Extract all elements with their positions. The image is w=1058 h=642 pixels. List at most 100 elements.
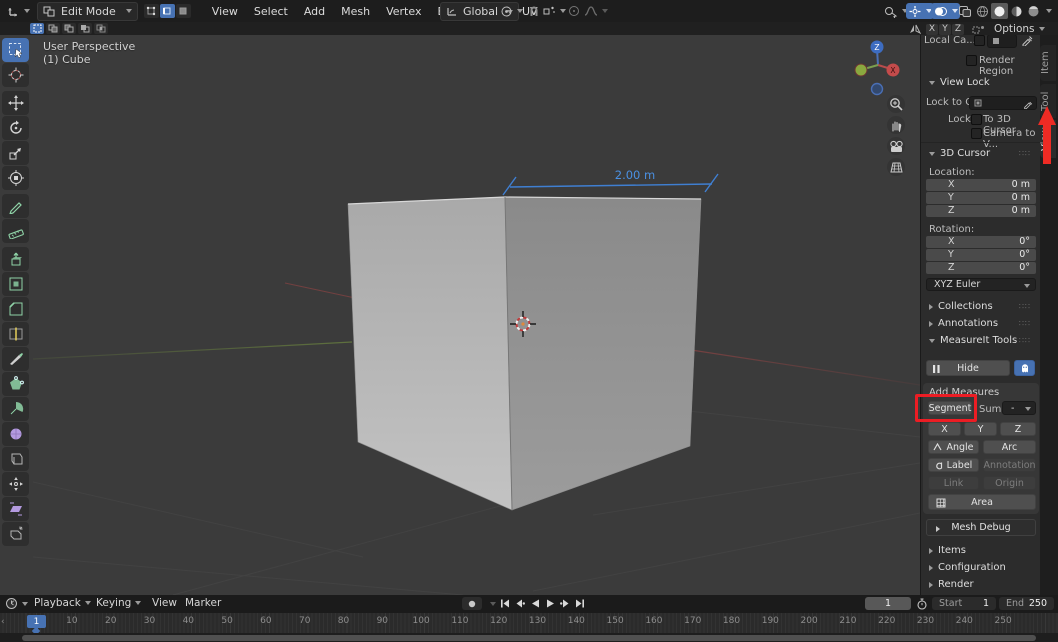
xray-toggle[interactable] — [956, 3, 974, 19]
gizmo-minus-z-handle[interactable] — [870, 82, 884, 96]
arc-button[interactable]: Arc — [983, 440, 1036, 454]
tool-transform[interactable] — [2, 166, 29, 190]
play-button[interactable] — [543, 597, 557, 610]
select-invert-button[interactable] — [78, 23, 92, 34]
label-button[interactable]: Label — [928, 458, 979, 472]
tool-spin[interactable] — [2, 397, 29, 421]
snap-toggle[interactable] — [526, 3, 542, 19]
mirror-y-button[interactable]: Y — [939, 23, 951, 35]
cursor-section-header[interactable]: 3D Cursor ∷∷ — [929, 148, 1035, 159]
cursor-location-y-field[interactable]: Y 0 m — [926, 192, 1036, 204]
tool-select-box[interactable] — [2, 38, 29, 62]
origin-button[interactable]: Origin — [983, 476, 1036, 490]
configuration-section-header[interactable]: Configuration — [929, 562, 1006, 573]
jump-to-start-button[interactable] — [498, 597, 512, 610]
tool-rotate[interactable] — [2, 116, 29, 140]
camera-to-view-checkbox[interactable] — [971, 128, 982, 139]
zoom-button[interactable] — [887, 95, 905, 113]
camera-view-button[interactable] — [887, 137, 905, 155]
tool-edge-slide[interactable] — [2, 447, 29, 471]
vertex-select-mode-button[interactable] — [143, 4, 159, 18]
use-preview-range-button[interactable] — [916, 598, 928, 610]
angle-button[interactable]: Angle — [928, 440, 979, 454]
eyedropper-icon[interactable] — [1021, 35, 1034, 46]
tool-shrink-fatten[interactable] — [2, 472, 29, 496]
tool-shear[interactable] — [2, 497, 29, 521]
cursor-location-z-field[interactable]: Z 0 m — [926, 205, 1036, 217]
shading-rendered-button[interactable] — [1025, 3, 1042, 19]
start-frame-field[interactable]: Start 1 — [932, 597, 996, 610]
eyedropper-icon[interactable] — [1023, 98, 1034, 109]
shading-material-button[interactable] — [1008, 3, 1025, 19]
timeline-ruler[interactable]: ‹ 10 20 30 40 50 60 70 80 90 100 110 120 130 140 150 16… — [0, 613, 1058, 642]
edge-select-mode-button[interactable] — [159, 4, 175, 18]
tool-bevel[interactable] — [2, 297, 29, 321]
cursor-rotation-y-field[interactable]: Y 0° — [926, 249, 1036, 261]
mode-dropdown[interactable]: Edit Mode — [37, 1, 138, 21]
shading-wireframe-button[interactable] — [974, 3, 991, 19]
gizmo-y-handle[interactable] — [854, 63, 868, 77]
select-intersect-button[interactable] — [94, 23, 108, 34]
menu-select[interactable]: Select — [246, 5, 296, 18]
select-subtract-button[interactable] — [62, 23, 76, 34]
tool-cursor[interactable] — [2, 63, 29, 87]
render-section-header[interactable]: Render — [929, 579, 974, 590]
area-button[interactable]: Area — [928, 494, 1036, 510]
tool-inset-faces[interactable] — [2, 272, 29, 296]
play-reverse-button[interactable] — [528, 597, 542, 610]
menu-add[interactable]: Add — [296, 5, 333, 18]
measureit-hide-button[interactable]: Hide — [926, 360, 1010, 376]
rotation-mode-dropdown[interactable]: XYZ Euler — [926, 278, 1036, 291]
mirror-x-button[interactable]: X — [926, 23, 938, 35]
render-region-checkbox[interactable] — [966, 55, 977, 66]
marker-menu[interactable]: Marker — [185, 597, 221, 609]
measureit-section-header[interactable]: MeasureIt Tools ∷∷ — [929, 335, 1035, 346]
menu-view[interactable]: View — [204, 5, 246, 18]
shading-solid-button[interactable] — [991, 3, 1008, 19]
mesh-debug-button[interactable]: Mesh Debug — [926, 519, 1036, 536]
tool-scale[interactable] — [2, 141, 29, 165]
viewport-3d[interactable]: 2.00 m Z X User Perspective (1) Cube — [0, 35, 920, 595]
tool-poly-build[interactable] — [2, 372, 29, 396]
tool-extrude-region[interactable] — [2, 247, 29, 271]
cursor-rotation-z-field[interactable]: Z 0° — [926, 262, 1036, 274]
snap-with-dropdown[interactable] — [541, 3, 568, 19]
proportional-falloff-dropdown[interactable] — [582, 3, 610, 19]
keying-set-caret[interactable] — [490, 602, 496, 606]
select-set-button[interactable] — [30, 23, 44, 34]
to-3d-cursor-checkbox[interactable] — [971, 114, 982, 125]
menu-vertex[interactable]: Vertex — [378, 5, 429, 18]
local-camera-field[interactable] — [987, 35, 1017, 48]
mirror-z-button[interactable]: Z — [952, 23, 964, 35]
sum-dropdown[interactable]: - — [1002, 401, 1036, 415]
tool-loop-cut[interactable] — [2, 322, 29, 346]
keying-menu[interactable]: Keying — [96, 597, 142, 609]
link-button[interactable]: Link — [928, 476, 979, 490]
gizmos-toggle-dropdown[interactable] — [906, 3, 934, 19]
collections-section-header[interactable]: Collections ∷∷ — [929, 301, 1035, 312]
prev-keyframe-button[interactable] — [513, 597, 527, 610]
tool-annotate[interactable] — [2, 194, 29, 218]
measureit-ghost-button[interactable] — [1014, 360, 1035, 376]
annotations-section-header[interactable]: Annotations ∷∷ — [929, 318, 1035, 329]
menu-mesh[interactable]: Mesh — [333, 5, 378, 18]
timeline-view-menu[interactable]: View — [152, 597, 177, 609]
measure-z-button[interactable]: Z — [1000, 422, 1036, 436]
tool-rip-region[interactable] — [2, 522, 29, 546]
axis-gizmo[interactable]: Z X — [854, 40, 900, 96]
playback-menu[interactable]: Playback — [34, 597, 91, 609]
local-camera-checkbox[interactable] — [974, 35, 985, 46]
current-frame-field[interactable]: 1 — [865, 597, 911, 610]
items-section-header[interactable]: Items — [929, 545, 966, 556]
next-keyframe-button[interactable] — [558, 597, 572, 610]
annotation-button[interactable]: Annotation — [983, 458, 1036, 472]
cursor-location-x-field[interactable]: X 0 m — [926, 179, 1036, 191]
timeline-editor-type[interactable] — [5, 597, 28, 610]
tool-move[interactable] — [2, 91, 29, 115]
editor-type-selector[interactable] — [5, 3, 32, 19]
tool-smooth[interactable] — [2, 422, 29, 446]
toggle-perspective-button[interactable] — [887, 158, 905, 176]
select-extend-button[interactable] — [46, 23, 60, 34]
tab-item[interactable]: Item — [1040, 45, 1056, 81]
jump-to-end-button[interactable] — [573, 597, 587, 610]
